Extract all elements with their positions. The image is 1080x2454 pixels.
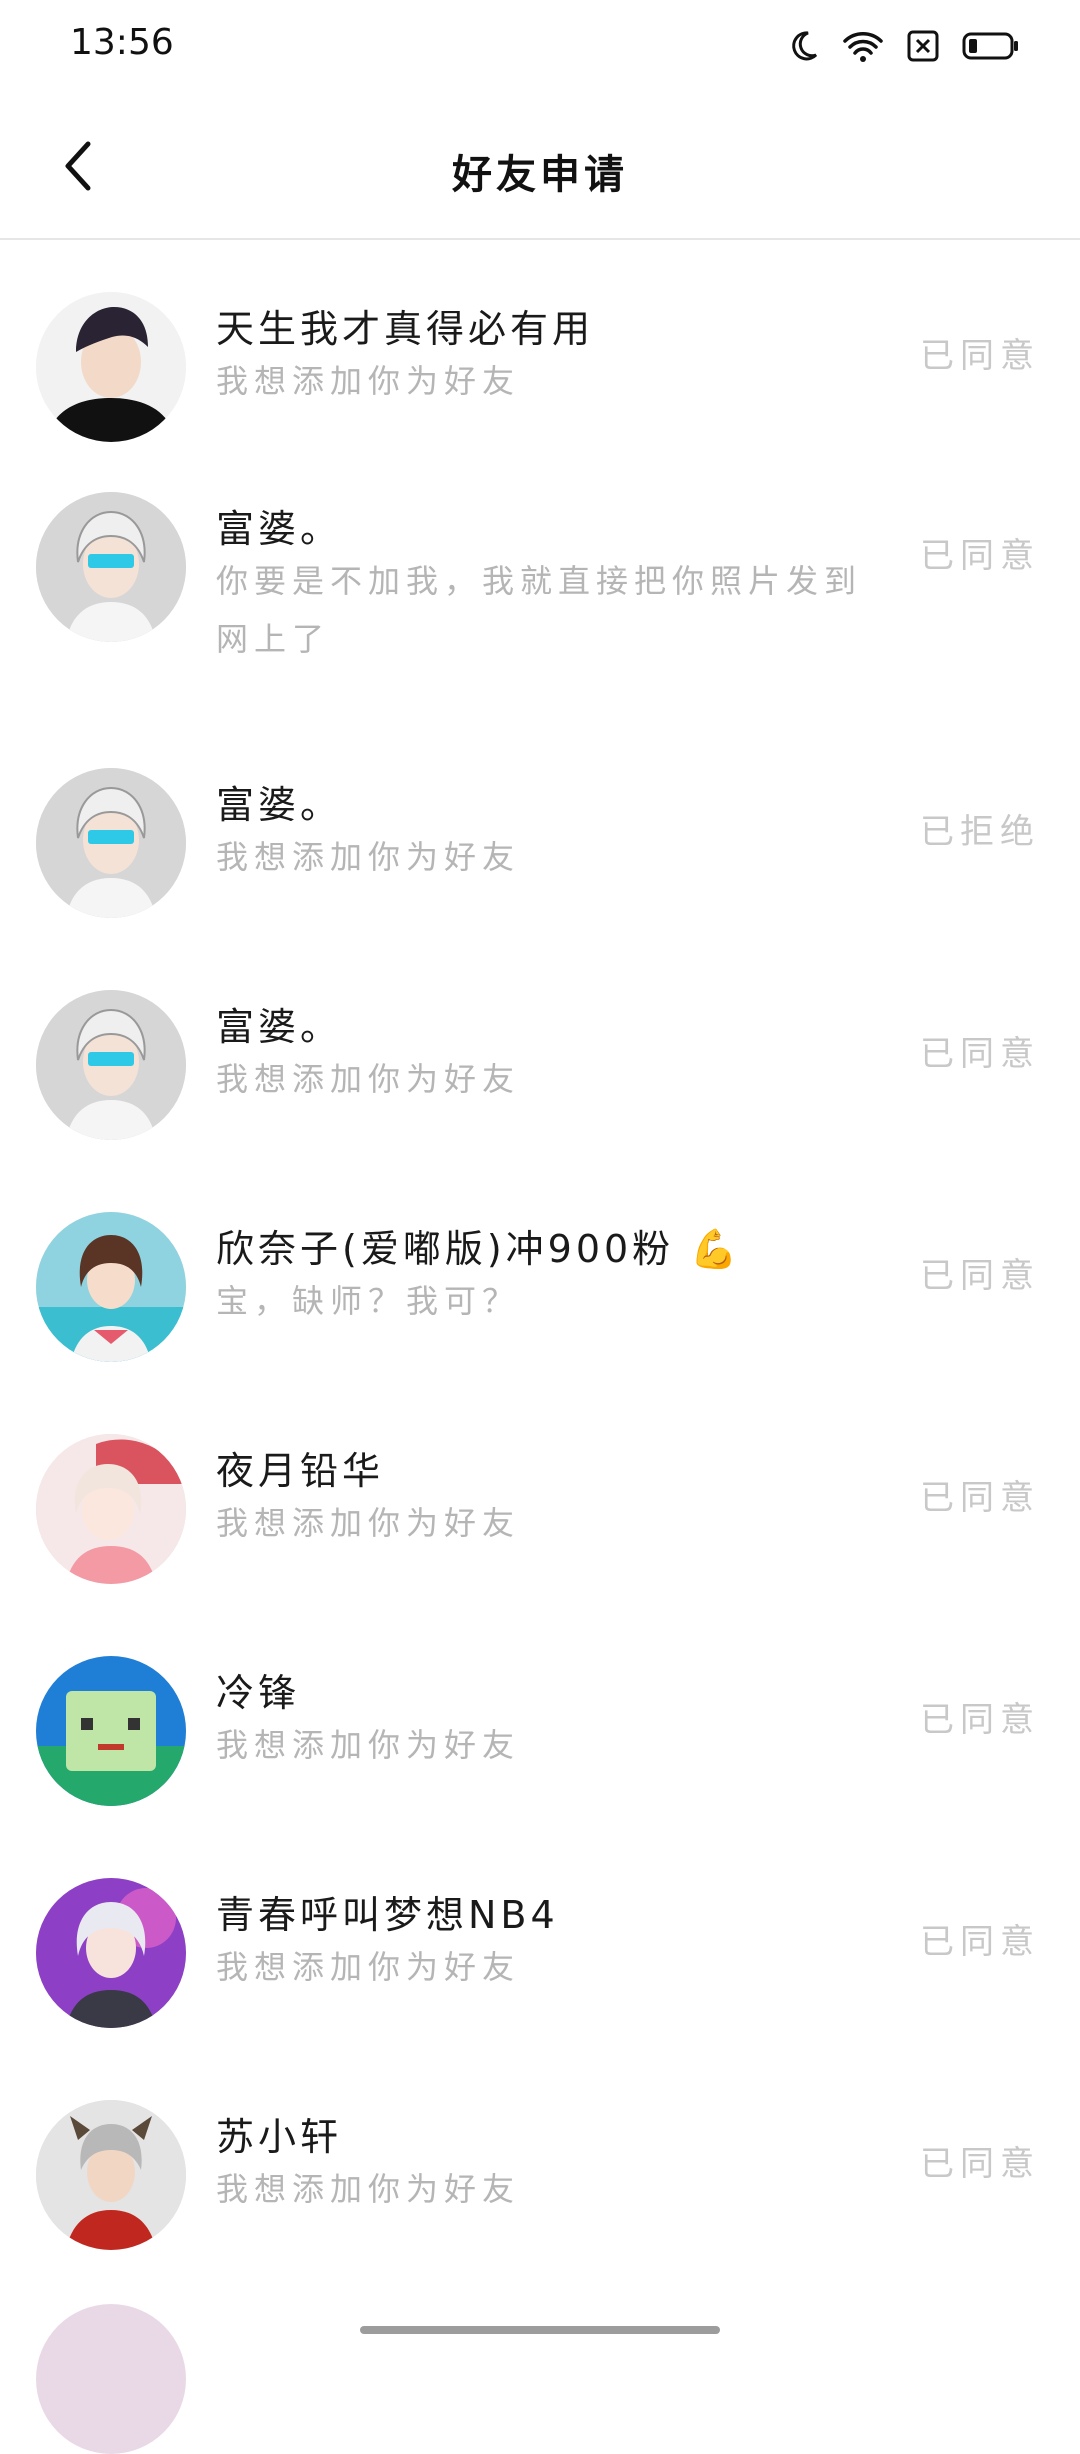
request-status: 已同意: [920, 1478, 1040, 1518]
request-row[interactable]: 夜月铅华 我想添加你为好友 已同意: [0, 1382, 1080, 1604]
status-time: 13:56: [70, 22, 174, 63]
request-row[interactable]: 欣奈子(爱嘟版)冲900粉 💪 宝，缺师？我可？ 已同意: [0, 1160, 1080, 1382]
request-name: 青春呼叫梦想NB4: [216, 1893, 559, 1937]
request-name: 夜月铅华: [216, 1449, 385, 1493]
header: 好友申请: [0, 96, 1080, 240]
request-status: 已同意: [920, 2144, 1040, 2184]
request-status: 已同意: [920, 1256, 1040, 1296]
request-message: 我想添加你为好友: [216, 838, 521, 876]
request-status: 已同意: [920, 1922, 1040, 1962]
request-name: 富婆。: [216, 507, 343, 551]
request-name: 富婆。: [216, 783, 343, 827]
request-name: 富婆。: [216, 1005, 343, 1049]
avatar[interactable]: [36, 492, 186, 642]
battery-icon: [962, 29, 1020, 67]
request-message: 我想添加你为好友: [216, 1504, 521, 1542]
friend-request-list: 天生我才真得必有用 我想添加你为好友 已同意 富婆。 你要是不加我，我就直接把你…: [0, 240, 1080, 2270]
avatar[interactable]: [36, 768, 186, 918]
avatar[interactable]: [36, 1212, 186, 1362]
avatar[interactable]: [36, 1878, 186, 2028]
status-bar: 13:56: [0, 0, 1080, 96]
request-name: 苏小轩: [216, 2115, 343, 2159]
request-status: 已同意: [920, 1700, 1040, 1740]
request-message: 我想添加你为好友: [216, 1948, 521, 1986]
request-status: 已同意: [920, 536, 1040, 576]
avatar[interactable]: [36, 1434, 186, 1584]
request-message: 我想添加你为好友: [216, 362, 521, 400]
wifi-icon: [842, 29, 884, 67]
request-message: 我想添加你为好友: [216, 1060, 521, 1098]
request-row[interactable]: 冷锋 我想添加你为好友 已同意: [0, 1604, 1080, 1826]
request-name: 冷锋: [216, 1671, 301, 1715]
request-message: 我想添加你为好友: [216, 2170, 521, 2208]
avatar[interactable]: [36, 1656, 186, 1806]
request-message: 你要是不加我，我就直接把你照片发到网上了: [216, 562, 863, 658]
request-message: 宝，缺师？我可？: [216, 1282, 521, 1320]
avatar[interactable]: [36, 292, 186, 442]
request-row[interactable]: 天生我才真得必有用 我想添加你为好友 已同意: [0, 240, 1080, 462]
avatar[interactable]: [36, 2100, 186, 2250]
request-name: 天生我才真得必有用: [216, 307, 595, 351]
request-message: 我想添加你为好友: [216, 1726, 521, 1764]
sim-off-icon: [906, 29, 940, 67]
request-status: 已拒绝: [920, 812, 1040, 852]
request-row[interactable]: 青春呼叫梦想NB4 我想添加你为好友 已同意: [0, 1826, 1080, 2048]
avatar[interactable]: [36, 2304, 186, 2454]
home-indicator[interactable]: [360, 2326, 720, 2334]
request-row[interactable]: 富婆。 你要是不加我，我就直接把你照片发到网上了 已同意: [0, 462, 1080, 716]
moon-icon: [786, 29, 820, 67]
request-name: 欣奈子(爱嘟版)冲900粉 💪: [216, 1227, 742, 1271]
request-status: 已同意: [920, 336, 1040, 376]
status-icons: [786, 26, 1020, 70]
page-title: 好友申请: [452, 152, 628, 198]
request-row[interactable]: 苏小轩 我想添加你为好友 已同意: [0, 2048, 1080, 2270]
request-row[interactable]: 富婆。 我想添加你为好友 已拒绝: [0, 716, 1080, 938]
avatar[interactable]: [36, 990, 186, 1140]
request-row[interactable]: 富婆。 我想添加你为好友 已同意: [0, 938, 1080, 1160]
request-status: 已同意: [920, 1034, 1040, 1074]
